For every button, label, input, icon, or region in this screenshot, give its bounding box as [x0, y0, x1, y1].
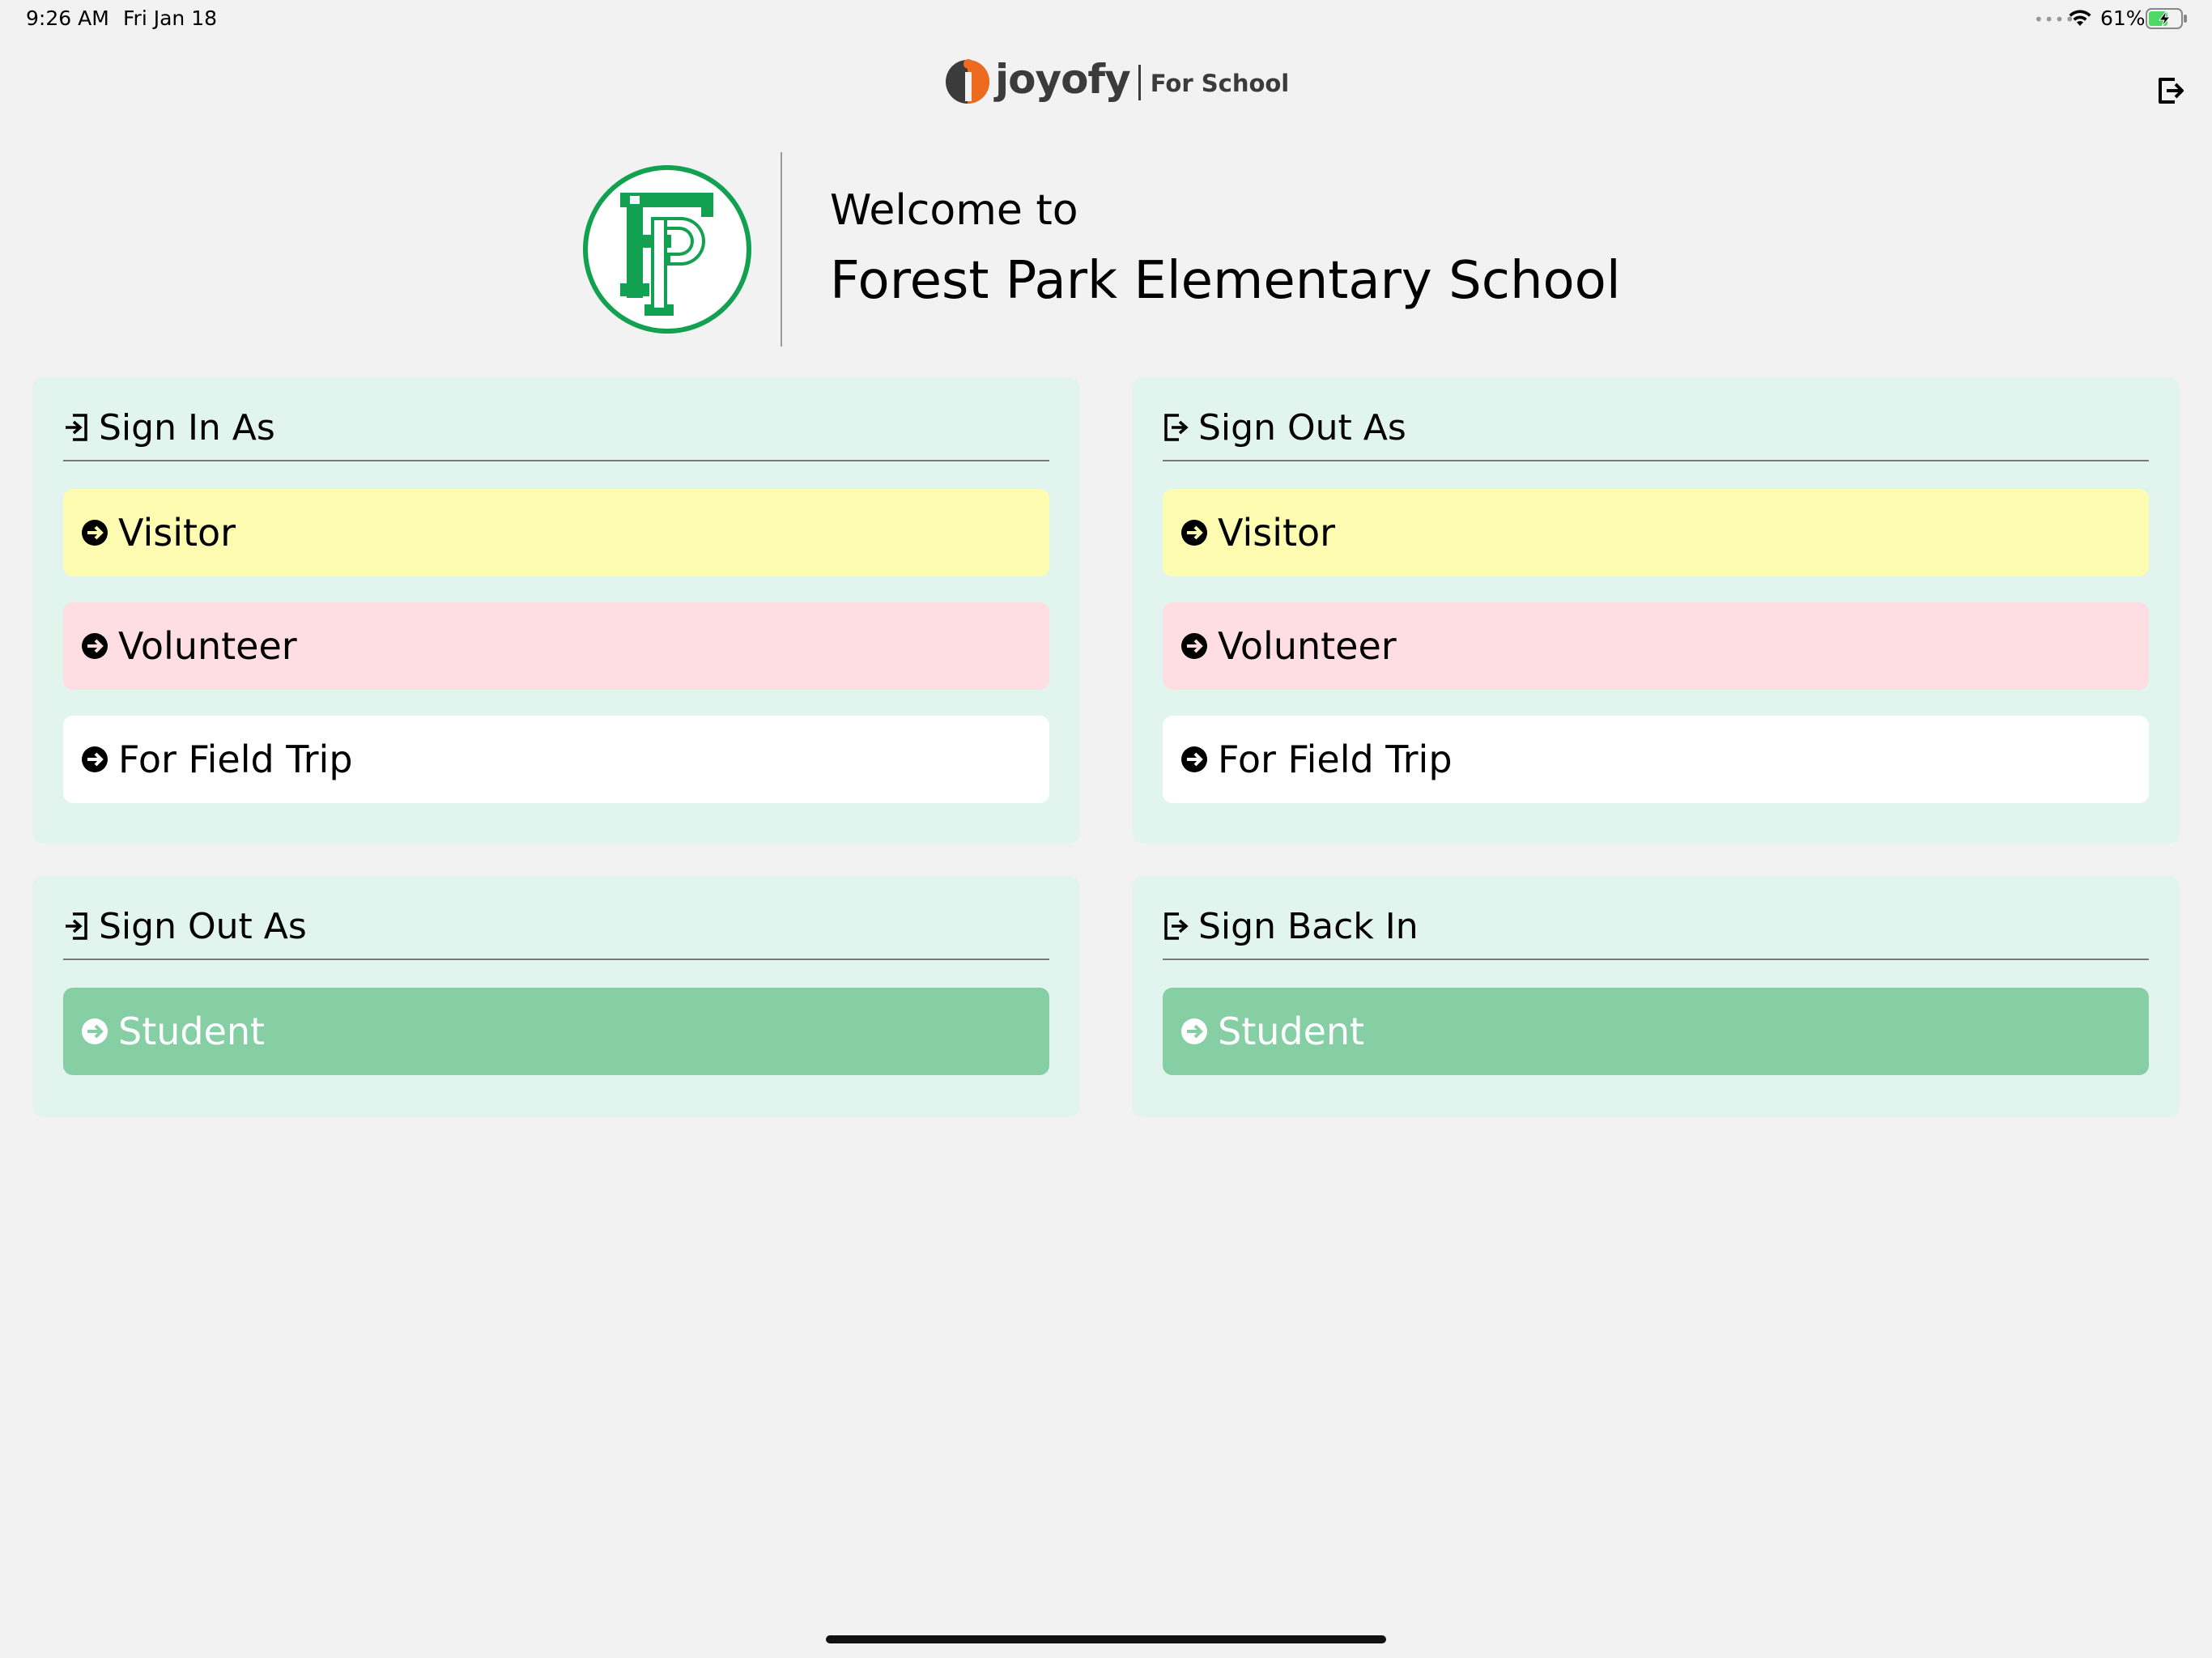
- panel-header: Sign In As: [63, 405, 275, 450]
- sign-out-volunteer-button[interactable]: Volunteer: [1163, 602, 2149, 690]
- student-sign-back-in-panel: Sign Back In Student: [1132, 876, 2180, 1117]
- welcome-divider: [781, 152, 782, 346]
- school-name: Forest Park Elementary School: [830, 251, 1621, 311]
- student-sign-out-button[interactable]: Student: [63, 988, 1049, 1075]
- panel-divider: [1163, 460, 2149, 461]
- brand-suffix: For School: [1150, 70, 1290, 97]
- wifi-icon: [2069, 10, 2091, 26]
- sign-out-icon: [1164, 912, 1189, 940]
- battery-percent: 61%: [2100, 6, 2146, 30]
- student-sign-out-panel: Sign Out As Student: [32, 876, 1080, 1117]
- status-date: Fri Jan 18: [123, 6, 218, 30]
- brand-name: joyofy: [995, 56, 1131, 103]
- option-label: Student: [118, 1010, 266, 1053]
- logo-divider: [1138, 65, 1141, 100]
- panel-title: Sign Back In: [1198, 905, 1419, 947]
- arrow-circle-right-icon: [1181, 520, 1207, 546]
- panel-header: Sign Out As: [1163, 405, 1406, 450]
- arrow-circle-right-icon: [1181, 746, 1207, 772]
- welcome-label: Welcome to: [830, 186, 1078, 235]
- arrow-circle-right-icon: [82, 746, 108, 772]
- option-label: Student: [1218, 1010, 1365, 1053]
- sign-in-icon: [66, 912, 87, 940]
- joyofy-mark-icon: [946, 59, 989, 104]
- option-label: For Field Trip: [1218, 738, 1453, 781]
- joyofy-logo: joyofy For School: [943, 50, 1289, 108]
- option-label: Volunteer: [118, 624, 297, 668]
- sign-out-visitor-button[interactable]: Visitor: [1163, 489, 2149, 576]
- arrow-circle-right-icon: [1181, 633, 1207, 659]
- panel-header: Sign Back In: [1163, 903, 1419, 949]
- panel-divider: [63, 460, 1049, 461]
- panel-title: Sign Out As: [99, 905, 307, 947]
- status-bar: 9:26 AM Fri Jan 18 •••• 61%: [0, 0, 2212, 39]
- school-seal-logo: [583, 165, 751, 334]
- sign-out-field-trip-button[interactable]: For Field Trip: [1163, 716, 2149, 803]
- panel-header: Sign Out As: [63, 903, 307, 949]
- sign-out-icon: [1164, 414, 1189, 441]
- panel-divider: [63, 959, 1049, 960]
- sign-in-panel: Sign In As Visitor Volunteer For Field T…: [32, 377, 1080, 844]
- student-sign-back-in-button[interactable]: Student: [1163, 988, 2149, 1075]
- option-label: Visitor: [118, 511, 236, 555]
- panel-title: Sign Out As: [1198, 406, 1406, 449]
- sign-in-visitor-button[interactable]: Visitor: [63, 489, 1049, 576]
- battery-charging-icon: [2146, 8, 2187, 29]
- home-indicator[interactable]: [826, 1635, 1386, 1643]
- option-label: Visitor: [1218, 511, 1336, 555]
- sign-in-field-trip-button[interactable]: For Field Trip: [63, 716, 1049, 803]
- sign-out-panel: Sign Out As Visitor Volunteer For Field …: [1132, 377, 2180, 844]
- arrow-circle-right-icon: [82, 633, 108, 659]
- arrow-circle-right-icon: [1181, 1018, 1207, 1044]
- sign-in-volunteer-button[interactable]: Volunteer: [63, 602, 1049, 690]
- panel-divider: [1163, 959, 2149, 960]
- status-time: 9:26 AM: [26, 6, 109, 30]
- panel-title: Sign In As: [99, 406, 275, 449]
- option-label: For Field Trip: [118, 738, 353, 781]
- arrow-circle-right-icon: [82, 520, 108, 546]
- app-root: 9:26 AM Fri Jan 18 •••• 61% joyofy For S…: [0, 0, 2212, 1658]
- option-label: Volunteer: [1218, 624, 1397, 668]
- arrow-circle-right-icon: [82, 1018, 108, 1044]
- sign-in-icon: [66, 414, 87, 441]
- sign-out-icon[interactable]: [2157, 76, 2184, 105]
